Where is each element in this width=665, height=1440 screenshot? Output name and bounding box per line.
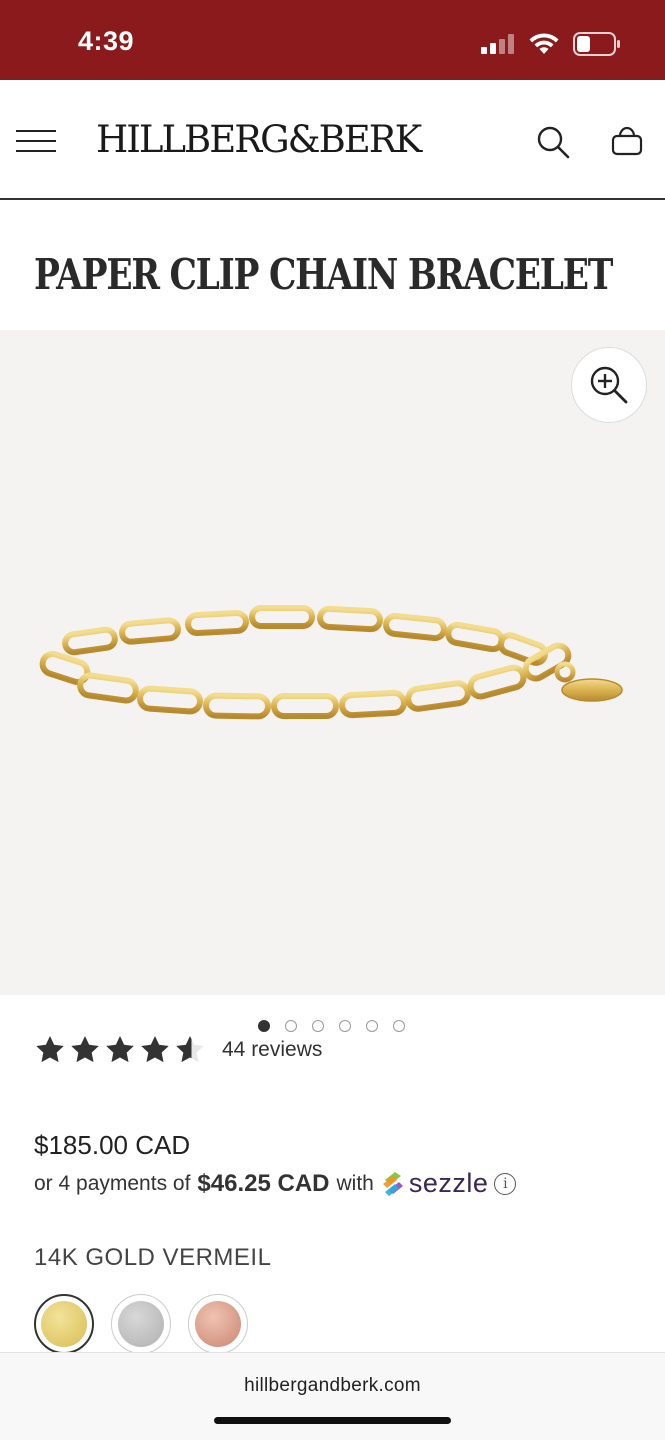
- reviews-link[interactable]: 44 reviews: [222, 1038, 322, 1062]
- browser-url-bar[interactable]: hillbergandberk.com: [0, 1352, 665, 1440]
- installments-prefix: or 4 payments of: [34, 1171, 191, 1195]
- status-bar: 4:39: [0, 0, 665, 80]
- product-rating: 44 reviews: [34, 1034, 322, 1066]
- star-icon: [36, 1036, 64, 1063]
- rating-stars: [34, 1034, 206, 1066]
- gallery-dot[interactable]: [393, 1020, 405, 1032]
- sezzle-installments: or 4 payments of $46.25 CAD with sezzle …: [34, 1168, 517, 1199]
- site-header: HILLBERG&BERK: [0, 80, 665, 200]
- cellular-signal-icon: [481, 34, 514, 54]
- brand-logo[interactable]: HILLBERG&BERK: [96, 118, 422, 161]
- gallery-dot[interactable]: [258, 1020, 270, 1032]
- wifi-icon: [529, 33, 559, 54]
- metal-swatches: [34, 1294, 248, 1354]
- swatch-rose-gold[interactable]: [188, 1294, 248, 1354]
- hamburger-menu-icon[interactable]: [16, 130, 56, 152]
- star-icon: [71, 1036, 99, 1063]
- bracelet-product-image: [39, 605, 623, 720]
- swatch-gold[interactable]: [34, 1294, 94, 1354]
- status-time: 4:39: [78, 26, 135, 56]
- product-image-gallery[interactable]: [0, 330, 665, 995]
- gallery-dot[interactable]: [312, 1020, 324, 1032]
- gallery-dot[interactable]: [339, 1020, 351, 1032]
- star-icon: [141, 1036, 169, 1063]
- star-icon: [106, 1036, 134, 1063]
- battery-icon: [573, 32, 620, 56]
- sezzle-wordmark: sezzle: [408, 1168, 489, 1198]
- half-star-icon: [176, 1036, 204, 1063]
- shopping-bag-icon[interactable]: [610, 124, 644, 158]
- zoom-button[interactable]: [571, 347, 647, 423]
- sezzle-logo[interactable]: sezzle: [381, 1168, 489, 1199]
- product-title: PAPER CLIP CHAIN BRACELET: [34, 250, 613, 299]
- sezzle-mark-icon: [382, 1171, 403, 1196]
- gallery-dot[interactable]: [285, 1020, 297, 1032]
- status-icons: [481, 32, 621, 56]
- zoom-in-icon: [590, 366, 628, 404]
- gallery-pagination: [258, 1020, 405, 1032]
- product-price: $185.00 CAD: [34, 1130, 191, 1160]
- gallery-dot[interactable]: [366, 1020, 378, 1032]
- url-text[interactable]: hillbergandberk.com: [0, 1375, 665, 1397]
- metal-label: 14K GOLD VERMEIL: [34, 1244, 272, 1271]
- search-icon[interactable]: [535, 124, 571, 160]
- info-icon[interactable]: i: [494, 1172, 517, 1195]
- swatch-silver[interactable]: [111, 1294, 171, 1354]
- installment-amount: $46.25 CAD: [197, 1169, 330, 1197]
- installments-suffix: with: [336, 1171, 374, 1195]
- home-indicator[interactable]: [214, 1417, 451, 1424]
